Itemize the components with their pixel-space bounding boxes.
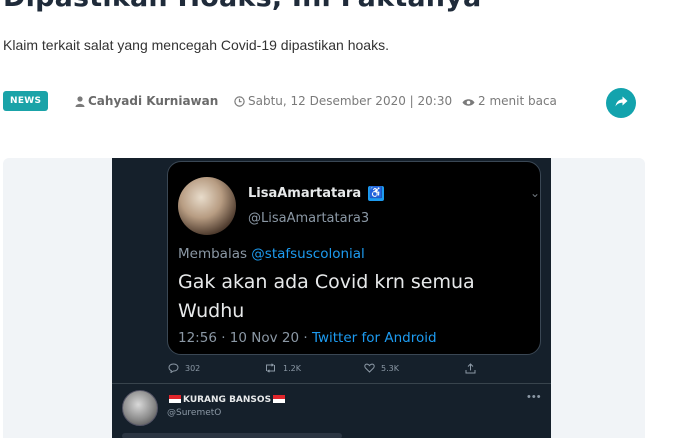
quoted-avatar xyxy=(178,177,236,235)
like-count: 5.3K xyxy=(381,363,399,373)
date-meta: Sabtu, 12 Desember 2020 | 20:30 xyxy=(234,93,452,111)
eye-icon xyxy=(462,95,475,111)
upload-icon xyxy=(465,363,476,374)
heart-icon xyxy=(364,363,375,373)
reply-mention: @stafsuscolonial xyxy=(251,246,365,262)
quoted-tweet-text: Gak akan ada Covid krn semua Wudhu xyxy=(178,271,475,322)
reply-icon xyxy=(168,363,179,373)
read-time-meta: 2 menit baca xyxy=(462,93,557,111)
retweet-icon xyxy=(266,363,275,373)
share-icon xyxy=(615,94,628,112)
category-badge[interactable]: NEWS xyxy=(3,91,49,111)
accessibility-emoji-icon: ♿ xyxy=(368,186,384,201)
share-button[interactable] xyxy=(606,88,636,118)
reply-author-avatar xyxy=(122,390,158,426)
reply-author-handle: @SuremetO xyxy=(167,408,222,418)
quoted-display-name: LisaAmartatara xyxy=(248,186,362,201)
indonesia-flag-icon xyxy=(169,395,181,403)
author-meta[interactable]: Cahyadi Kurniawan xyxy=(75,93,218,111)
user-icon xyxy=(75,95,85,111)
retweet-action: 1.2K xyxy=(264,363,301,373)
article-meta: NEWS Cahyadi Kurniawan Sabtu, 12 Desembe… xyxy=(3,91,563,113)
clock-icon xyxy=(234,95,245,111)
like-action: 5.3K xyxy=(364,363,399,373)
quoted-timestamp: 12:56 · 10 Nov 20 · Twitter for Android xyxy=(178,330,437,346)
read-time: 2 menit baca xyxy=(478,94,557,108)
quoted-handle: @LisaAmartatara3 xyxy=(248,211,370,226)
reply-author-name: KURANG BANSOS xyxy=(183,395,272,405)
reply-author-name-row: KURANG BANSOS xyxy=(167,395,287,405)
reply-action: 302 xyxy=(168,363,200,373)
tweet-divider xyxy=(112,383,551,384)
author-name[interactable]: Cahyadi Kurniawan xyxy=(88,94,218,108)
tweet-source: Twitter for Android xyxy=(311,330,437,346)
chevron-down-icon: ⌄ xyxy=(530,186,541,200)
reply-context: Membalas @stafsuscolonial xyxy=(178,246,365,262)
tweet-share-action xyxy=(465,363,476,374)
tweet-actions: 302 1.2K 5.3K xyxy=(168,363,538,377)
tweet-screenshot-image: LisaAmartatara ♿ @LisaAmartatara3 ⌄ Memb… xyxy=(112,158,551,438)
reply-count: 302 xyxy=(185,363,201,373)
more-options-icon: ••• xyxy=(527,391,542,403)
reply-text-line xyxy=(122,433,342,438)
indonesia-flag-icon xyxy=(273,395,286,403)
publish-date: Sabtu, 12 Desember 2020 | 20:30 xyxy=(248,94,453,108)
article-title: Dipastikan Hoaks, Ini Faktanya xyxy=(3,0,668,13)
quoted-tweet-card: LisaAmartatara ♿ @LisaAmartatara3 ⌄ Memb… xyxy=(167,161,541,355)
retweet-count: 1.2K xyxy=(283,363,301,373)
article-subtitle: Klaim terkait salat yang mencegah Covid-… xyxy=(3,37,389,53)
